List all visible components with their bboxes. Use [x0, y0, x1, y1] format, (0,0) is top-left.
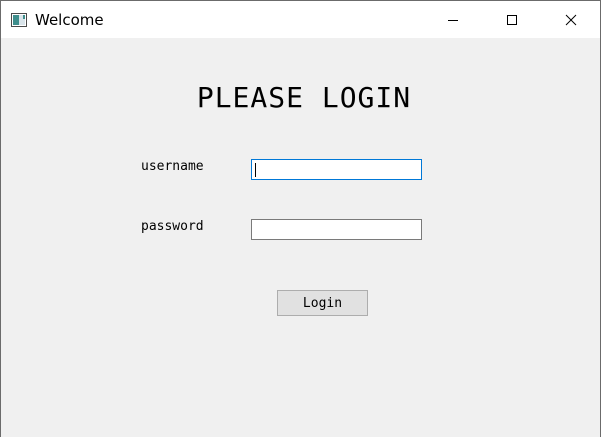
login-button[interactable]: Login	[277, 290, 368, 316]
app-window-icon	[11, 12, 27, 27]
minimize-button[interactable]	[430, 1, 476, 38]
page-title: PLEASE LOGIN	[196, 81, 412, 114]
close-button[interactable]	[548, 1, 594, 38]
title-bar[interactable]: Welcome	[1, 1, 600, 38]
password-label: password	[141, 219, 204, 234]
minimize-icon	[448, 19, 458, 21]
username-label: username	[141, 159, 204, 174]
text-caret	[255, 163, 256, 177]
login-panel: PLEASE LOGIN username password Login	[1, 38, 600, 437]
close-icon	[565, 14, 577, 25]
maximize-button[interactable]	[489, 1, 535, 38]
window-title: Welcome	[35, 11, 104, 29]
maximize-icon	[507, 14, 517, 25]
login-window: Welcome PLEASE LOGIN username password L…	[0, 0, 601, 437]
username-input[interactable]	[251, 159, 422, 180]
password-input[interactable]	[251, 219, 422, 240]
